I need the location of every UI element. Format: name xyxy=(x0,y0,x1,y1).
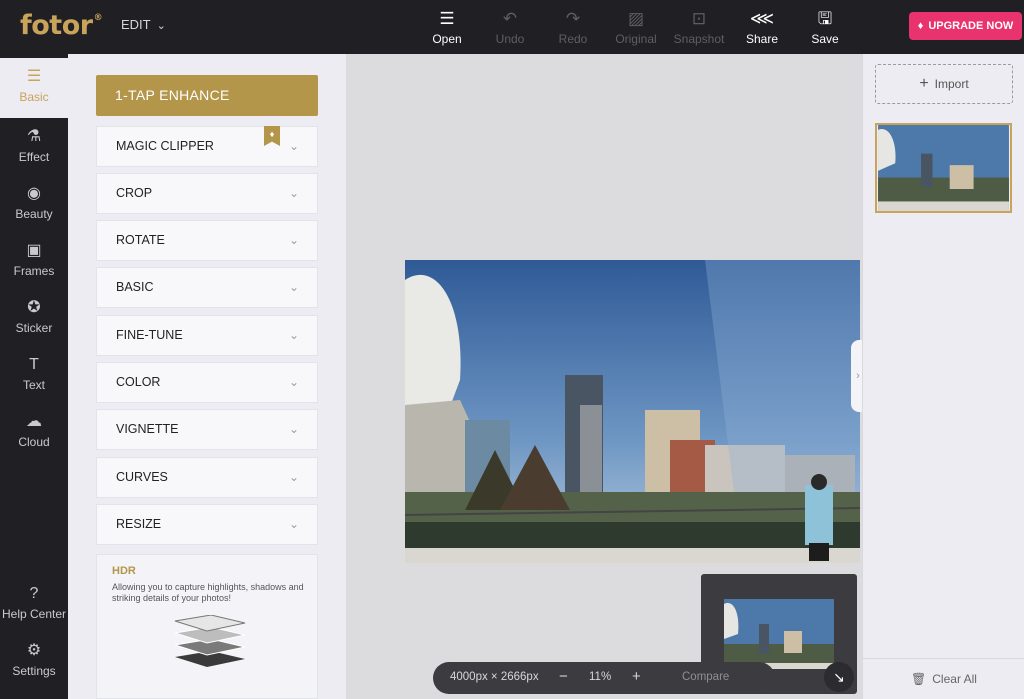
plus-icon: + xyxy=(919,75,929,92)
one-tap-enhance-button[interactable]: 1-TAP ENHANCE xyxy=(96,75,318,116)
save-button[interactable]: 🖫 Save xyxy=(795,8,855,46)
redo-button[interactable]: ↷ Redo xyxy=(543,8,603,46)
fotor-logo[interactable]: fotor® xyxy=(20,10,103,41)
hdr-layers-illustration xyxy=(174,615,246,667)
premium-diamond-icon: ♦ xyxy=(264,126,280,146)
accordion-crop[interactable]: CROP ⌄ xyxy=(96,173,318,214)
share-button[interactable]: ⋘ Share xyxy=(732,8,792,46)
sticker-icon: ✪ xyxy=(27,299,41,316)
nav-help-center[interactable]: ? Help Center xyxy=(0,575,68,635)
chevron-down-icon: ⌄ xyxy=(288,470,299,484)
zoom-in-button[interactable]: + xyxy=(632,668,641,685)
expand-icon[interactable]: ↘ xyxy=(824,662,854,692)
accordion-basic[interactable]: BASIC ⌄ xyxy=(96,267,318,308)
compare-button[interactable]: Compare xyxy=(682,671,729,683)
photo-thumbnail[interactable] xyxy=(875,123,1012,213)
redo-icon: ↷ xyxy=(565,9,581,28)
chevron-down-icon: ⌄ xyxy=(288,328,299,342)
nav-frames[interactable]: ▣ Frames xyxy=(0,232,68,292)
zoom-out-button[interactable]: − xyxy=(559,668,568,685)
nav-basic[interactable]: ☰ Basic xyxy=(0,58,68,118)
trash-icon: 🗑 xyxy=(911,672,927,686)
camera-icon: ⊡ xyxy=(691,9,707,28)
eye-icon: ◉ xyxy=(27,185,41,202)
edit-menu-label: EDIT xyxy=(121,17,151,32)
accordion-color[interactable]: COLOR ⌄ xyxy=(96,362,318,403)
sliders-icon: ☰ xyxy=(26,68,42,85)
chevron-down-icon: ⌄ xyxy=(288,280,299,294)
image-dimensions: 4000px × 2666px xyxy=(450,671,539,683)
chevron-down-icon: ⌄ xyxy=(288,375,299,389)
save-icon: 🖫 xyxy=(817,9,833,28)
image-icon: ▨ xyxy=(627,9,645,28)
import-button[interactable]: + Import xyxy=(875,64,1013,104)
zoom-bar: 4000px × 2666px − 11% + Compare xyxy=(433,662,775,694)
clear-all-button[interactable]: 🗑 Clear All xyxy=(863,658,1024,699)
chevron-down-icon: ⌄ xyxy=(288,422,299,436)
accordion-vignette[interactable]: VIGNETTE ⌄ xyxy=(96,409,318,450)
basic-tools-panel: 1-TAP ENHANCE MAGIC CLIPPER ♦ ⌄ CROP ⌄ RO… xyxy=(68,54,346,699)
zoom-level: 11% xyxy=(589,671,612,683)
original-button[interactable]: ▨ Original xyxy=(606,8,666,46)
chevron-down-icon: ⌄ xyxy=(156,20,166,32)
accordion-magic-clipper[interactable]: MAGIC CLIPPER ♦ ⌄ xyxy=(96,126,318,167)
chevron-down-icon: ⌄ xyxy=(288,186,299,200)
share-icon: ⋘ xyxy=(749,9,775,28)
nav-text[interactable]: T Text xyxy=(0,346,68,406)
nav-effect[interactable]: ⚗ Effect xyxy=(0,118,68,178)
flask-icon: ⚗ xyxy=(26,128,42,145)
accordion-fine-tune[interactable]: FINE-TUNE ⌄ xyxy=(96,315,318,356)
accordion-curves[interactable]: CURVES ⌄ xyxy=(96,457,318,498)
edit-menu-dropdown[interactable]: EDIT ⌄ xyxy=(121,17,166,32)
nav-settings[interactable]: ⚙ Settings xyxy=(0,632,68,692)
minimap-preview xyxy=(724,599,834,669)
chevron-right-icon: › xyxy=(856,370,860,382)
frame-icon: ▣ xyxy=(26,242,42,259)
diamond-icon: ♦ xyxy=(917,20,924,32)
hdr-title: HDR xyxy=(112,565,136,577)
top-toolbar: fotor® EDIT ⌄ ☰ Open ↶ Undo ↷ Redo ▨ Original… xyxy=(0,0,1024,54)
nav-sticker[interactable]: ✪ Sticker xyxy=(0,289,68,349)
help-icon: ? xyxy=(29,585,39,602)
gear-icon: ⚙ xyxy=(26,642,42,659)
nav-cloud[interactable]: ☁ Cloud xyxy=(0,403,68,463)
chevron-down-icon: ⌄ xyxy=(288,139,299,153)
chevron-down-icon: ⌄ xyxy=(288,233,299,247)
hdr-description: Allowing you to capture highlights, shad… xyxy=(112,582,304,603)
accordion-resize[interactable]: RESIZE ⌄ xyxy=(96,504,318,545)
accordion-rotate[interactable]: ROTATE ⌄ xyxy=(96,220,318,261)
text-icon: T xyxy=(29,356,39,373)
left-nav: ☰ Basic ⚗ Effect ◉ Beauty ▣ Frames ✪ Sticker … xyxy=(0,54,68,699)
upgrade-now-button[interactable]: ♦ UPGRADE NOW xyxy=(909,12,1022,40)
nav-beauty[interactable]: ◉ Beauty xyxy=(0,175,68,235)
edited-photo[interactable] xyxy=(405,260,860,563)
undo-icon: ↶ xyxy=(502,9,518,28)
undo-button[interactable]: ↶ Undo xyxy=(480,8,540,46)
right-panel: + Import 🗑 Clear All xyxy=(862,54,1024,699)
fotor-editor: fotor® EDIT ⌄ ☰ Open ↶ Undo ↷ Redo ▨ Original… xyxy=(0,0,1024,699)
snapshot-button[interactable]: ⊡ Snapshot xyxy=(669,8,729,46)
chevron-down-icon: ⌄ xyxy=(288,517,299,531)
editing-canvas: › ↘ 4000px × 2666px − 11% + Compare xyxy=(346,54,865,699)
hdr-promo-card[interactable]: HDR Allowing you to capture highlights, … xyxy=(96,554,318,699)
cloud-upload-icon: ☁ xyxy=(26,413,42,430)
open-button[interactable]: ☰ Open xyxy=(417,8,477,46)
menu-icon: ☰ xyxy=(439,9,455,28)
